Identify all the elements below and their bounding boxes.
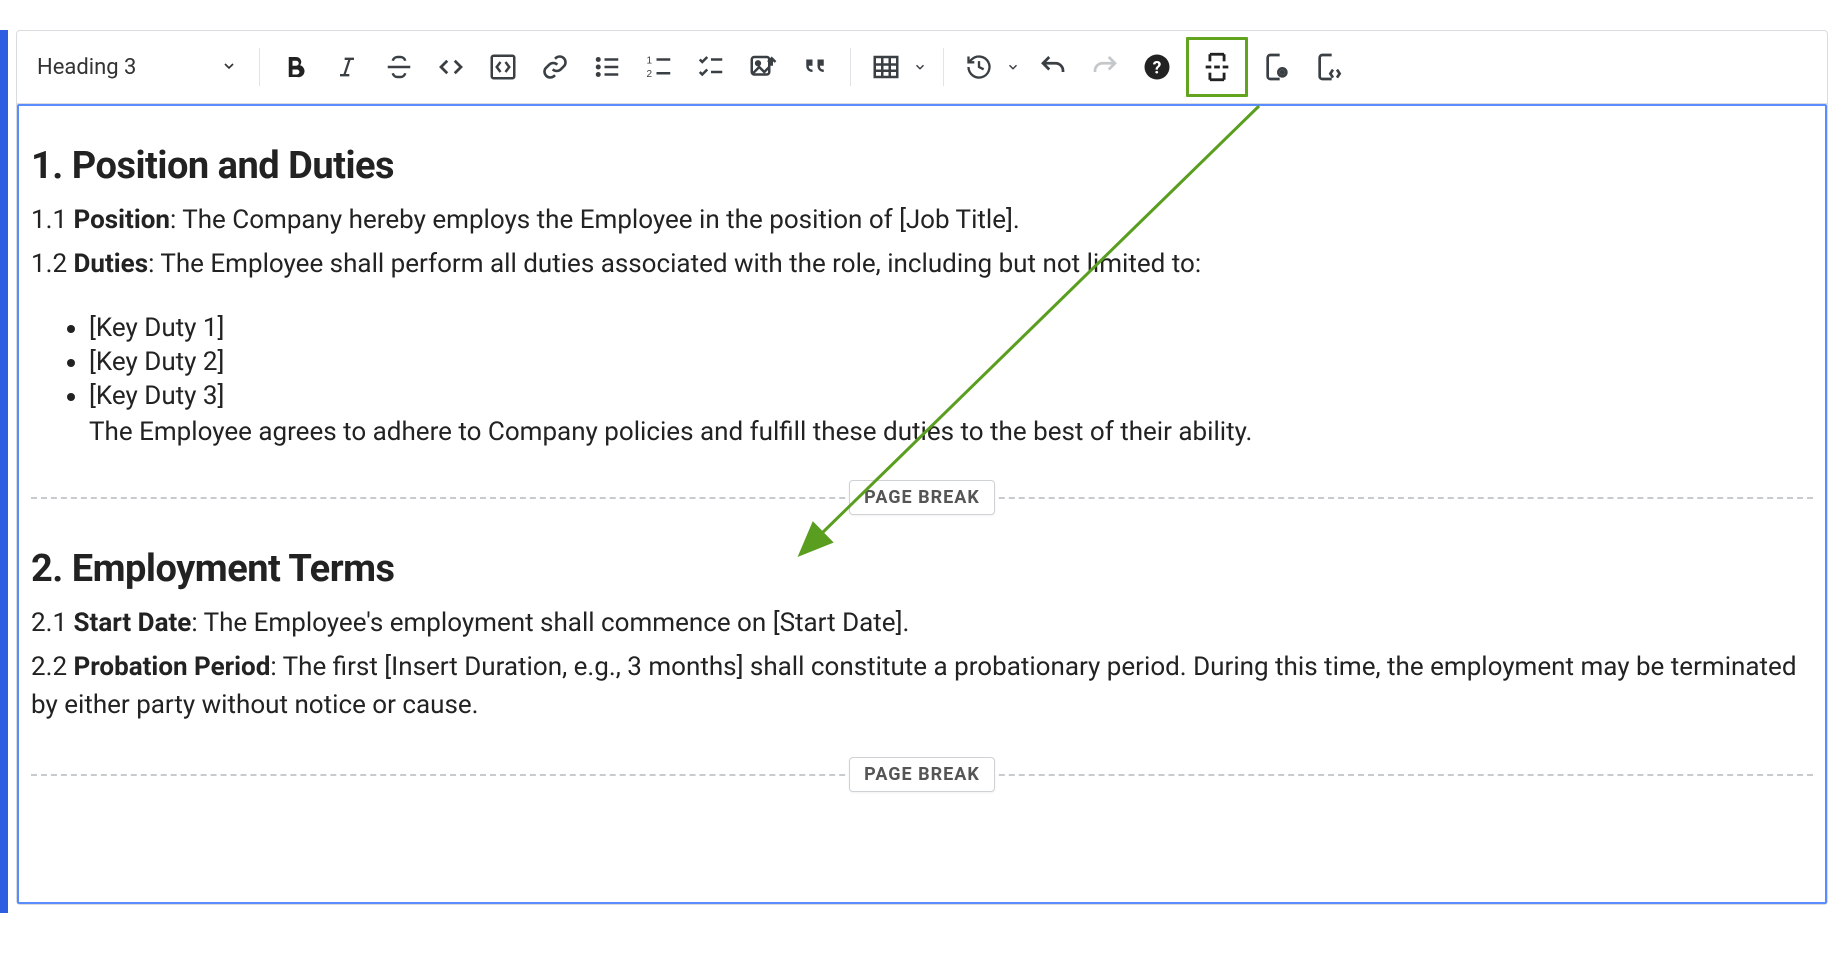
clause-text: : The first [Insert Duration, e.g., 3 mo… (31, 652, 1796, 720)
clause-label: Position (74, 205, 170, 235)
duty-note[interactable]: The Employee agrees to adhere to Company… (89, 417, 1813, 447)
undo-button[interactable] (1030, 44, 1076, 90)
duties-list[interactable]: [Key Duty 1] [Key Duty 2] [Key Duty 3] (61, 313, 1813, 411)
chevron-down-icon (221, 55, 237, 80)
page-break-marker[interactable]: PAGE BREAK (31, 758, 1813, 790)
link-button[interactable] (532, 44, 578, 90)
divider (259, 48, 260, 86)
page-break-marker[interactable]: PAGE BREAK (31, 481, 1813, 513)
bold-button[interactable] (272, 44, 318, 90)
divider (850, 48, 851, 86)
help-button[interactable]: ? (1134, 44, 1180, 90)
heading-section-1[interactable]: 1. Position and Duties (31, 144, 1813, 188)
clause-label: Duties (74, 249, 149, 279)
page-break-label: PAGE BREAK (849, 757, 995, 792)
strikethrough-button[interactable] (376, 44, 422, 90)
numbered-list-button[interactable]: 12 (636, 44, 682, 90)
divider (943, 48, 944, 86)
history-dropdown[interactable] (1002, 44, 1024, 90)
svg-text:2: 2 (647, 69, 653, 80)
page-break-label: PAGE BREAK (849, 480, 995, 515)
bullet-list-button[interactable] (584, 44, 630, 90)
table-dropdown[interactable] (909, 44, 931, 90)
clause-text: : The Company hereby employs the Employe… (170, 205, 1020, 235)
clause-number: 2.1 (31, 608, 74, 638)
blockquote-button[interactable] (792, 44, 838, 90)
clause-number: 1.2 (31, 249, 74, 279)
list-item[interactable]: [Key Duty 1] (89, 313, 1813, 343)
heading-section-2[interactable]: 2. Employment Terms (31, 547, 1813, 591)
editor-panel: Heading 3 (16, 30, 1828, 905)
clause-text: : The Employee shall perform all duties … (148, 249, 1201, 279)
clause-text: : The Employee's employment shall commen… (191, 608, 909, 638)
list-item[interactable]: [Key Duty 2] (89, 347, 1813, 377)
clause-2-2[interactable]: 2.2 Probation Period: The first [Insert … (31, 649, 1813, 724)
clause-1-2[interactable]: 1.2 Duties: The Employee shall perform a… (31, 246, 1813, 284)
clause-2-1[interactable]: 2.1 Start Date: The Employee's employmen… (31, 605, 1813, 643)
image-button[interactable] (740, 44, 786, 90)
clause-label: Start Date (74, 608, 192, 638)
left-rail (0, 30, 8, 913)
clause-number: 2.2 (31, 652, 74, 682)
redo-button[interactable] (1082, 44, 1128, 90)
page-break-button[interactable] (1186, 37, 1248, 97)
clause-label: Probation Period (74, 652, 271, 682)
paragraph-style-label: Heading 3 (37, 55, 136, 80)
preview-button[interactable] (1254, 44, 1300, 90)
paragraph-style-select[interactable]: Heading 3 (27, 44, 247, 90)
table-button[interactable] (863, 44, 909, 90)
list-item[interactable]: [Key Duty 3] (89, 381, 1813, 411)
editor-content[interactable]: 1. Position and Duties 1.1 Position: The… (17, 104, 1827, 904)
inline-code-button[interactable] (428, 44, 474, 90)
code-block-button[interactable] (480, 44, 526, 90)
clause-1-1[interactable]: 1.1 Position: The Company hereby employs… (31, 202, 1813, 240)
task-list-button[interactable] (688, 44, 734, 90)
italic-button[interactable] (324, 44, 370, 90)
history-button[interactable] (956, 44, 1002, 90)
toolbar: Heading 3 (17, 31, 1827, 104)
svg-text:1: 1 (647, 55, 653, 66)
source-button[interactable] (1306, 44, 1352, 90)
clause-number: 1.1 (31, 205, 74, 235)
svg-text:?: ? (1153, 58, 1162, 78)
